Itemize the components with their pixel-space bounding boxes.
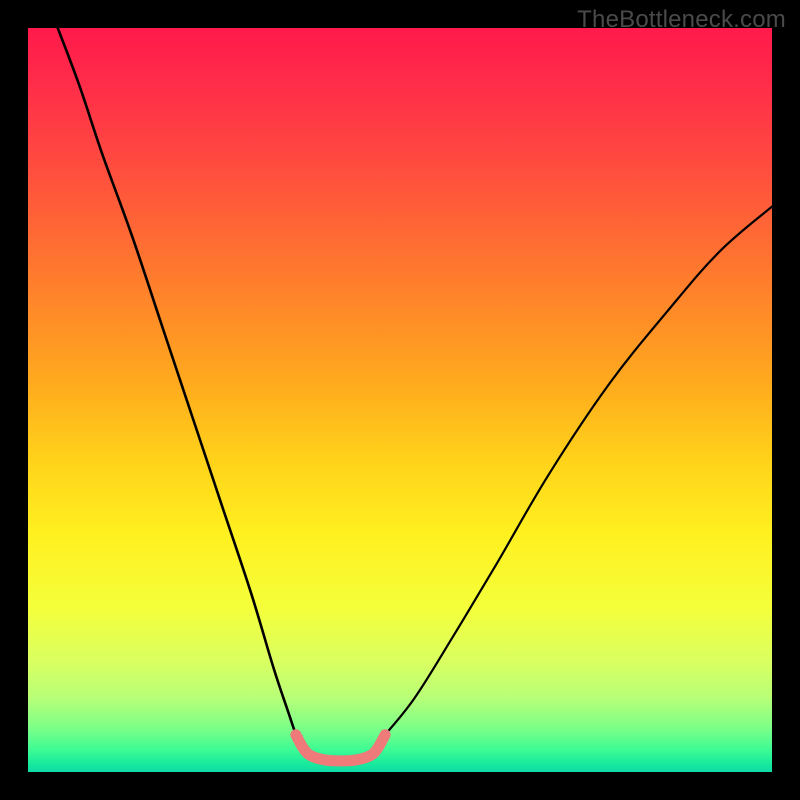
left-descend-curve [58,28,296,735]
chart-frame: TheBottleneck.com [0,0,800,800]
watermark-text: TheBottleneck.com [577,6,786,34]
plot-area [28,28,772,772]
curve-layer [28,28,772,772]
valley-overlay-curve [296,735,385,761]
right-ascend-curve [385,207,772,735]
